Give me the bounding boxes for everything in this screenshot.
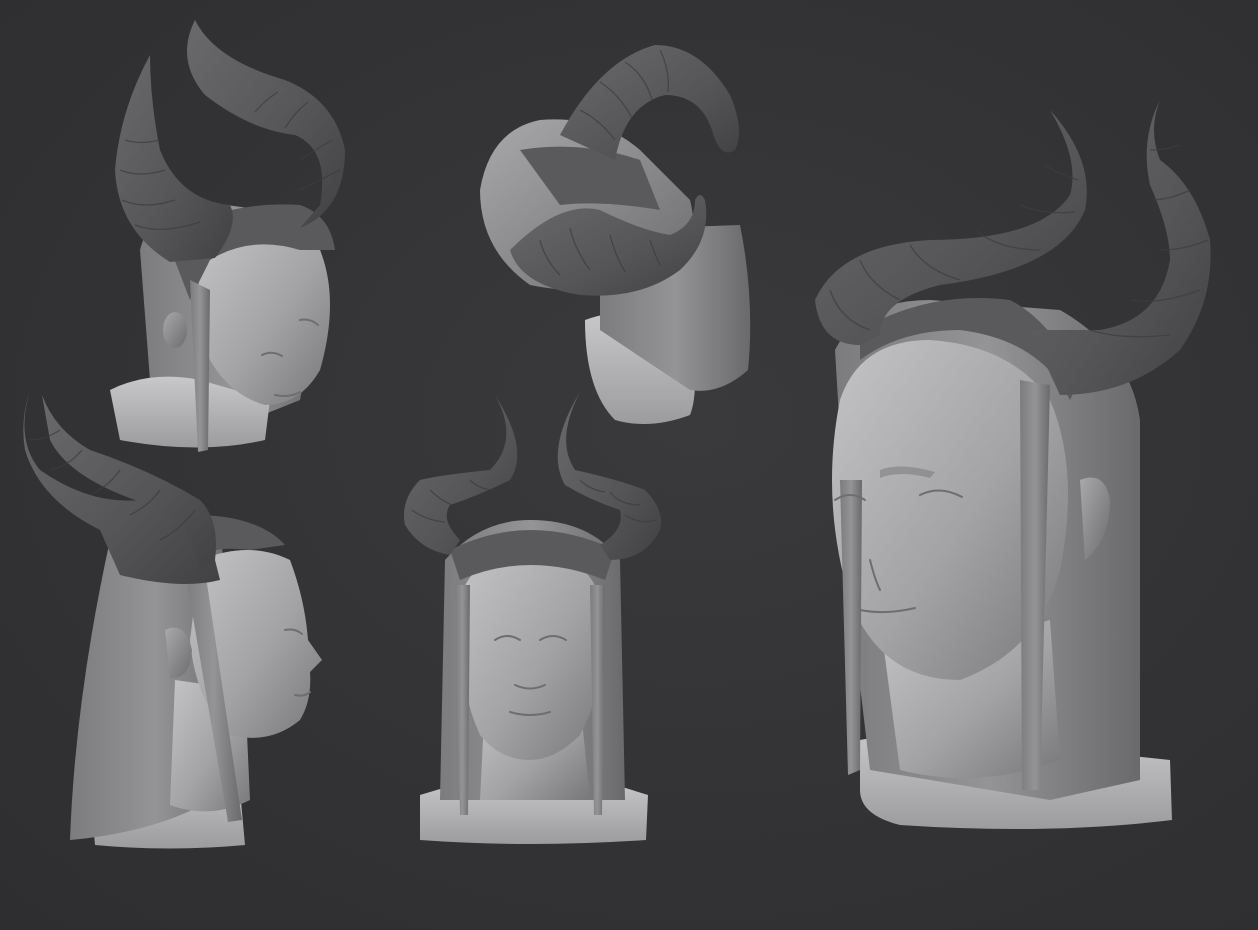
top-view bbox=[480, 45, 751, 424]
three-quarter-front-view bbox=[815, 100, 1211, 829]
three-quarter-top-view bbox=[110, 20, 345, 452]
front-view bbox=[404, 392, 661, 844]
side-profile-view bbox=[23, 390, 322, 849]
sculpt-viewport bbox=[0, 0, 1258, 930]
render-canvas bbox=[23, 20, 1211, 849]
